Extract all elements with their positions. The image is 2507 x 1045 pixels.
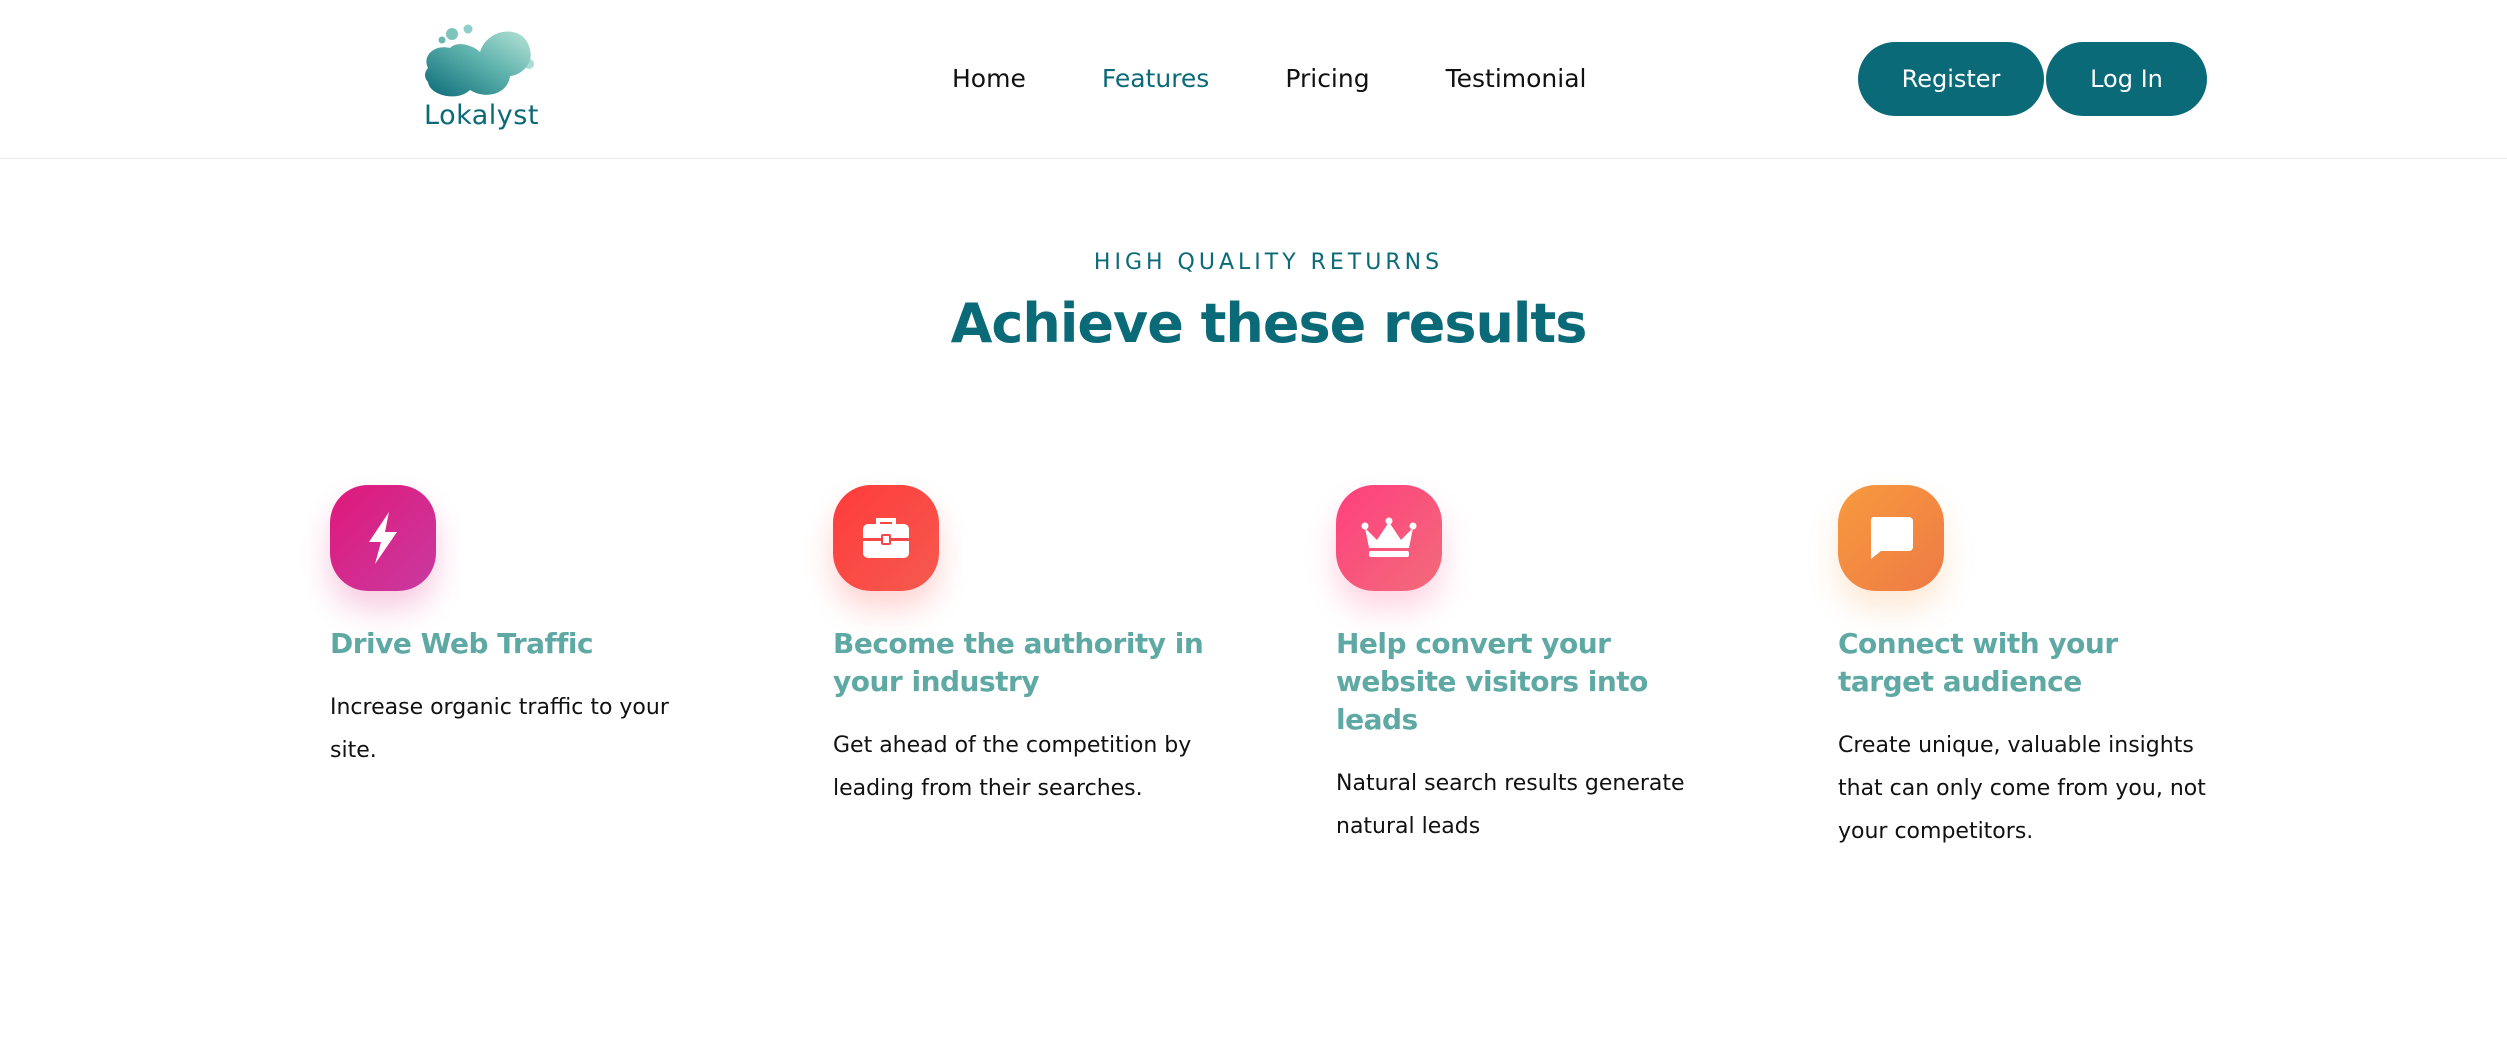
brand-logo[interactable]: Lokalyst (418, 20, 538, 138)
auth-buttons: Register Log In (1858, 42, 2207, 116)
nav-item-testimonial[interactable]: Testimonial (1446, 64, 1587, 93)
brand-name: Lokalyst (424, 100, 539, 131)
feature-card-authority: Become the authority in your industry Ge… (833, 485, 1213, 810)
section-title: Achieve these results (950, 292, 1588, 355)
nav-item-home[interactable]: Home (952, 64, 1026, 93)
site-header: Lokalyst Home Features Pricing Testimoni… (0, 0, 2507, 159)
register-button[interactable]: Register (1858, 42, 2044, 116)
feature-description: Increase organic traffic to your site. (330, 695, 669, 763)
feature-icon-badge (1838, 485, 1944, 591)
feature-icon-badge (1336, 485, 1442, 591)
feature-card-web-traffic: Drive Web Traffic Increase organic traff… (330, 485, 710, 772)
feature-icon-badge (330, 485, 436, 591)
feature-title: Help convert your website visitors into … (1336, 627, 1648, 736)
nav-item-features[interactable]: Features (1102, 64, 1210, 93)
feature-description: Get ahead of the competition by leading … (833, 733, 1192, 801)
chat-bubble-icon (1870, 517, 1913, 559)
feature-card-target-audience: Connect with your target audience Create… (1838, 485, 2218, 853)
feature-description: Create unique, valuable insights that ca… (1838, 733, 2206, 844)
feature-description: Natural search results generate natural … (1336, 771, 1685, 839)
lightning-icon (369, 512, 397, 564)
login-button[interactable]: Log In (2046, 42, 2207, 116)
nav-item-pricing[interactable]: Pricing (1285, 64, 1369, 93)
section-eyebrow: HIGH QUALITY RETURNS (1093, 250, 1444, 275)
feature-title: Drive Web Traffic (330, 627, 594, 660)
blob-logo-icon (425, 24, 534, 97)
crown-icon (1361, 517, 1417, 557)
main-nav: Home Features Pricing Testimonial (952, 58, 1586, 98)
feature-title: Connect with your target audience (1838, 627, 2118, 698)
briefcase-icon (863, 518, 909, 558)
feature-title: Become the authority in your industry (833, 627, 1204, 698)
feature-icon-badge (833, 485, 939, 591)
feature-card-convert-leads: Help convert your website visitors into … (1336, 485, 1716, 848)
